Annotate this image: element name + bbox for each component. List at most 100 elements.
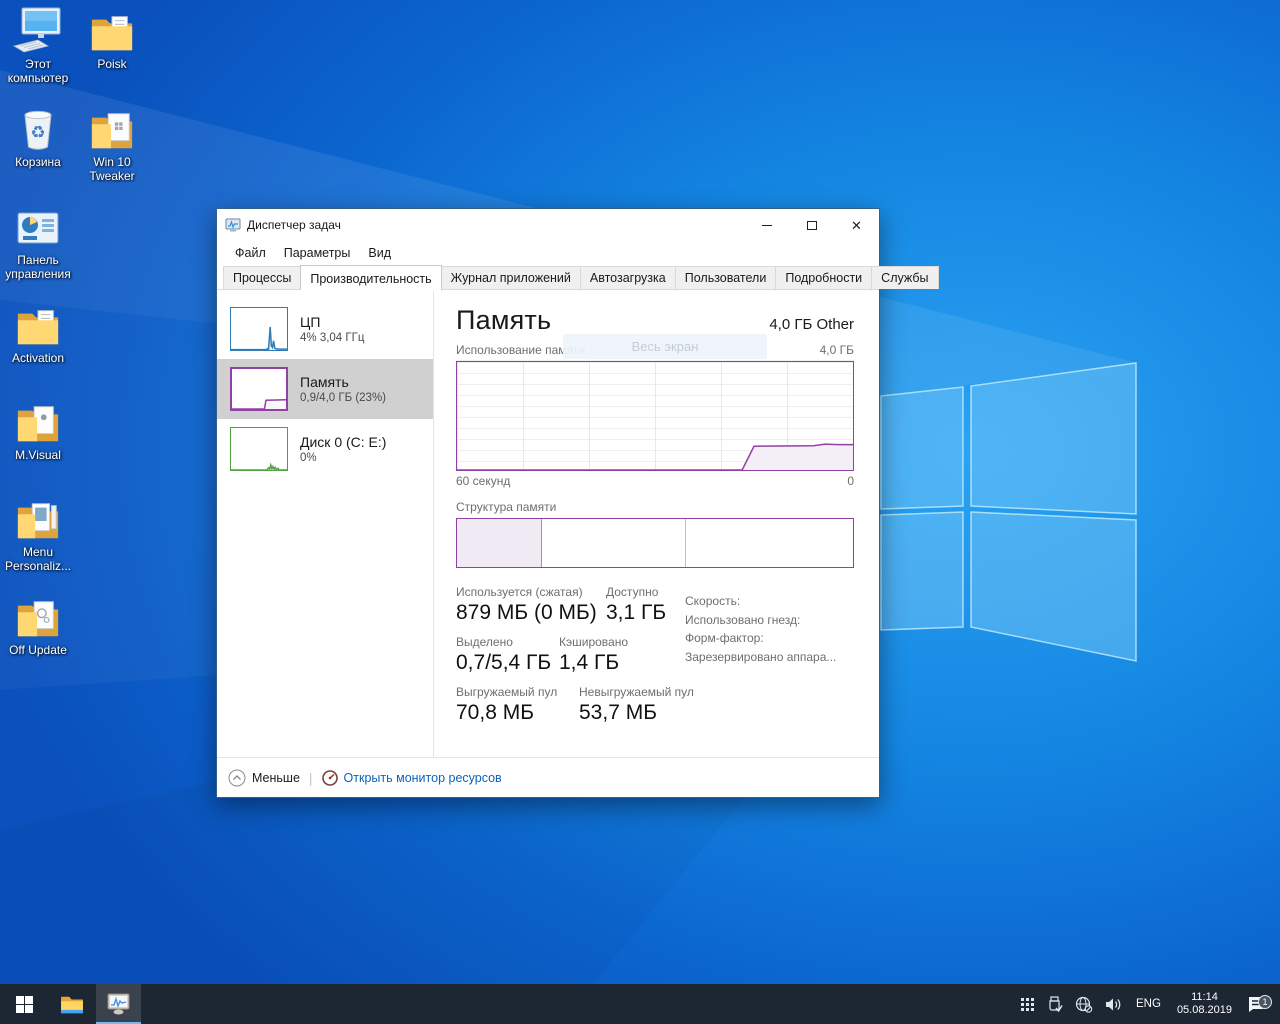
- open-resource-monitor-link[interactable]: Открыть монитор ресурсов: [322, 770, 502, 786]
- memory-detail-pane: Весь экран Память 4,0 ГБ Other Использов…: [435, 291, 879, 757]
- desktop-icon-recycle-bin[interactable]: ♻ Корзина: [2, 104, 74, 169]
- volume-button[interactable]: [1099, 997, 1128, 1012]
- desktop-icon-this-pc[interactable]: Этот компьютер: [2, 6, 74, 85]
- pane-title: Память: [456, 305, 551, 336]
- globe-no-internet-icon: [1075, 996, 1093, 1013]
- tab-strip: Процессы Производительность Журнал прило…: [217, 265, 879, 290]
- memory-total: 4,0 ГБ Other: [769, 316, 854, 336]
- memory-mini-chart: [230, 367, 288, 411]
- stat-cached-value: 1,4 ГБ: [559, 651, 628, 675]
- memory-composition-bar: [456, 518, 854, 568]
- show-hidden-icons-button[interactable]: [1014, 997, 1041, 1012]
- composition-used-segment: [457, 519, 542, 567]
- folder-icon: [76, 104, 148, 152]
- system-tray: ENG 11:14 05.08.2019 1: [1014, 984, 1280, 1024]
- tab-app-history[interactable]: Журнал приложений: [441, 266, 581, 289]
- desktop-icon-mvisual[interactable]: M.Visual: [2, 397, 74, 462]
- sidebar-item-cpu[interactable]: ЦП 4% 3,04 ГГц: [217, 299, 433, 359]
- sidebar-item-disk0[interactable]: Диск 0 (C: E:) 0%: [217, 419, 433, 479]
- stat-nonpaged-pool-label: Невыгружаемый пул: [579, 685, 694, 699]
- desktop-icon-control-panel[interactable]: Панель управления: [2, 202, 74, 281]
- task-manager-window: Диспетчер задач ✕ Файл Параметры Вид Про…: [216, 208, 880, 798]
- stat-paged-pool-label: Выгружаемый пул: [456, 685, 579, 699]
- action-center-button[interactable]: 1: [1240, 995, 1276, 1014]
- desktop-icon-poisk[interactable]: Poisk: [76, 6, 148, 71]
- network-status-button[interactable]: [1069, 996, 1099, 1013]
- folder-icon: [2, 592, 74, 640]
- time-axis-zero: 0: [847, 474, 854, 488]
- task-manager-taskbar-button[interactable]: [96, 984, 141, 1024]
- tab-performance[interactable]: Производительность: [300, 265, 441, 290]
- notification-badge: 1: [1258, 995, 1272, 1009]
- info-slots-used: Использовано гнезд:: [685, 611, 836, 630]
- titlebar[interactable]: Диспетчер задач ✕: [217, 209, 879, 241]
- sidebar-item-detail: 0,9/4,0 ГБ (23%): [300, 392, 386, 404]
- desktop-icon-label: Activation: [2, 351, 74, 365]
- hardware-info: Скорость: Использовано гнезд: Форм-факто…: [685, 592, 836, 666]
- fewer-details-label: Меньше: [252, 771, 300, 785]
- safely-remove-hardware-button[interactable]: [1041, 996, 1069, 1013]
- stat-paged-pool-value: 70,8 МБ: [456, 701, 579, 725]
- stat-cached-label: Кэшировано: [559, 635, 628, 649]
- menu-options[interactable]: Параметры: [275, 243, 360, 263]
- chevron-up-circle-icon: [228, 769, 246, 787]
- memory-usage-graph: [456, 361, 854, 471]
- start-button[interactable]: [0, 984, 48, 1024]
- tab-services[interactable]: Службы: [871, 266, 938, 289]
- maximize-icon: [807, 221, 817, 230]
- desktop-icon-win10-tweaker[interactable]: Win 10 Tweaker: [76, 104, 148, 183]
- tab-processes[interactable]: Процессы: [223, 266, 301, 289]
- menu-view[interactable]: Вид: [359, 243, 400, 263]
- desktop-icon-activation[interactable]: Activation: [2, 300, 74, 365]
- close-icon: ✕: [851, 219, 862, 232]
- speaker-icon: [1105, 997, 1122, 1012]
- desktop-icon-menu-personaliz[interactable]: Menu Personaliz...: [2, 494, 74, 573]
- info-form-factor: Форм-фактор:: [685, 629, 836, 648]
- fewer-details-button[interactable]: Меньше: [228, 769, 300, 787]
- desktop-icon-label: Off Update: [2, 643, 74, 657]
- stat-used-label: Используется (сжатая): [456, 585, 606, 599]
- performance-content: ЦП 4% 3,04 ГГц Память 0,9/4,0 ГБ (23%) Д…: [217, 291, 879, 757]
- info-hardware-reserved: Зарезервировано аппара...: [685, 648, 836, 667]
- info-speed: Скорость:: [685, 592, 836, 611]
- clock-time: 11:14: [1177, 991, 1232, 1004]
- minimize-icon: [762, 225, 772, 226]
- folder-icon: [2, 397, 74, 445]
- tab-users[interactable]: Пользователи: [675, 266, 777, 289]
- desktop-icon-label: Панель управления: [2, 253, 74, 281]
- stat-available-value: 3,1 ГБ: [606, 601, 666, 625]
- clock[interactable]: 11:14 05.08.2019: [1169, 991, 1240, 1017]
- sidebar-item-name: ЦП: [300, 314, 364, 330]
- usb-eject-icon: [1047, 996, 1063, 1013]
- stat-committed-label: Выделено: [456, 635, 559, 649]
- sidebar-item-name: Диск 0 (C: E:): [300, 434, 386, 450]
- desktop-icon-label: Этот компьютер: [2, 57, 74, 85]
- computer-icon: [2, 6, 74, 54]
- close-button[interactable]: ✕: [834, 210, 879, 241]
- desktop-icon-label: Корзина: [2, 155, 74, 169]
- desktop-icon-off-update[interactable]: Off Update: [2, 592, 74, 657]
- desktop-icon-label: Menu Personaliz...: [2, 545, 74, 573]
- menu-file[interactable]: Файл: [226, 243, 275, 263]
- maximize-button[interactable]: [789, 210, 834, 241]
- folder-icon: [2, 494, 74, 542]
- file-explorer-button[interactable]: [48, 984, 96, 1024]
- window-title: Диспетчер задач: [247, 218, 341, 232]
- resource-monitor-icon: [322, 770, 338, 786]
- minimize-button[interactable]: [744, 210, 789, 241]
- taskbar: ENG 11:14 05.08.2019 1: [0, 984, 1280, 1024]
- composition-label: Структура памяти: [456, 500, 854, 514]
- composition-divider: [685, 519, 686, 567]
- sidebar-item-detail: 0%: [300, 452, 386, 464]
- language-indicator[interactable]: ENG: [1128, 998, 1169, 1010]
- desktop-icon-label: M.Visual: [2, 448, 74, 462]
- tab-details[interactable]: Подробности: [775, 266, 872, 289]
- sidebar-item-memory[interactable]: Память 0,9/4,0 ГБ (23%): [217, 359, 433, 419]
- desktop-icon-label: Win 10 Tweaker: [76, 155, 148, 183]
- hidden-icons-grid-icon: [1020, 997, 1035, 1012]
- window-footer: Меньше | Открыть монитор ресурсов: [217, 757, 879, 797]
- stat-committed-value: 0,7/5,4 ГБ: [456, 651, 559, 675]
- stat-nonpaged-pool-value: 53,7 МБ: [579, 701, 694, 725]
- sidebar-item-detail: 4% 3,04 ГГц: [300, 332, 364, 344]
- tab-startup[interactable]: Автозагрузка: [580, 266, 676, 289]
